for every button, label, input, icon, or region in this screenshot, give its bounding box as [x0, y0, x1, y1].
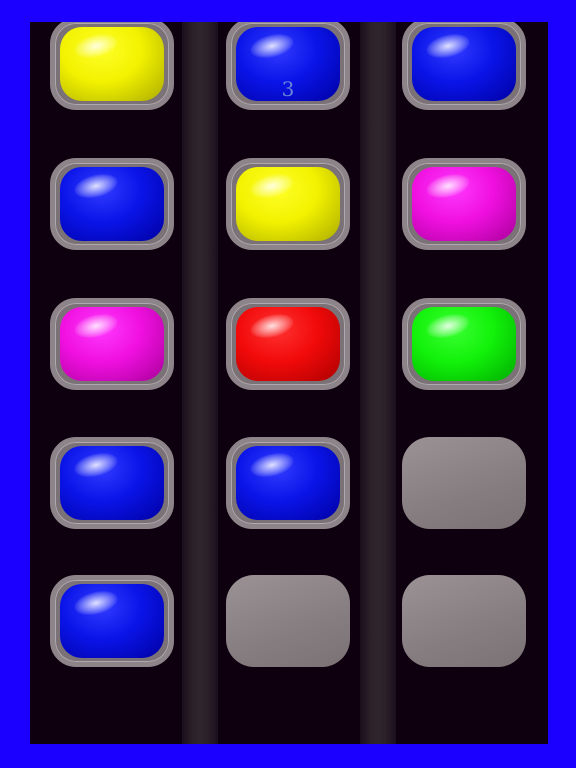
- blue-jelly-tile[interactable]: [226, 437, 350, 529]
- blue-jelly-tile[interactable]: 3: [226, 22, 350, 110]
- game-frame: 3: [0, 0, 576, 768]
- board-cell: [50, 437, 174, 529]
- green-jelly-tile[interactable]: [402, 298, 526, 390]
- magenta-jelly-tile[interactable]: [402, 158, 526, 250]
- jelly-highlight: [247, 30, 297, 62]
- jelly-highlight: [247, 170, 297, 202]
- blue-jelly-tile[interactable]: [402, 22, 526, 110]
- jelly-highlight: [71, 449, 121, 481]
- empty-tile[interactable]: [402, 437, 526, 529]
- magenta-jelly-tile[interactable]: [50, 298, 174, 390]
- board-cell: [226, 575, 350, 667]
- blue-jelly: [60, 446, 164, 520]
- red-jelly: [236, 307, 340, 381]
- board-cell: [50, 298, 174, 390]
- empty-tile[interactable]: [402, 575, 526, 667]
- green-jelly: [412, 307, 516, 381]
- board-cell: [402, 298, 526, 390]
- jelly-highlight: [71, 30, 121, 62]
- board-cell: [402, 575, 526, 667]
- yellow-jelly: [60, 27, 164, 101]
- board-cell: [402, 437, 526, 529]
- board-cell: [402, 158, 526, 250]
- board-cell: [50, 22, 174, 110]
- yellow-jelly-tile[interactable]: [226, 158, 350, 250]
- board-cell: [226, 158, 350, 250]
- jelly-highlight: [247, 310, 297, 342]
- magenta-jelly: [412, 167, 516, 241]
- jelly-highlight: [71, 170, 121, 202]
- board-cell: [50, 575, 174, 667]
- board-cell: [226, 298, 350, 390]
- yellow-jelly: [236, 167, 340, 241]
- tile-count-label: 3: [281, 77, 295, 101]
- column-divider: [360, 22, 396, 744]
- blue-jelly-tile[interactable]: [50, 575, 174, 667]
- game-board: 3: [30, 22, 548, 744]
- blue-jelly-tile[interactable]: [50, 158, 174, 250]
- jelly-highlight: [71, 310, 121, 342]
- jelly-highlight: [247, 449, 297, 481]
- blue-jelly-tile[interactable]: [50, 437, 174, 529]
- jelly-highlight: [423, 310, 473, 342]
- board-cell: [226, 437, 350, 529]
- board-cell: [50, 158, 174, 250]
- yellow-jelly-tile[interactable]: [50, 22, 174, 110]
- board-cell: 3: [226, 22, 350, 110]
- blue-jelly: [412, 27, 516, 101]
- red-jelly-tile[interactable]: [226, 298, 350, 390]
- blue-jelly: [60, 167, 164, 241]
- empty-tile[interactable]: [226, 575, 350, 667]
- column-divider: [182, 22, 218, 744]
- jelly-highlight: [423, 170, 473, 202]
- board-cell: [402, 22, 526, 110]
- jelly-highlight: [71, 587, 121, 619]
- magenta-jelly: [60, 307, 164, 381]
- jelly-highlight: [423, 30, 473, 62]
- blue-jelly: [236, 446, 340, 520]
- blue-jelly: [60, 584, 164, 658]
